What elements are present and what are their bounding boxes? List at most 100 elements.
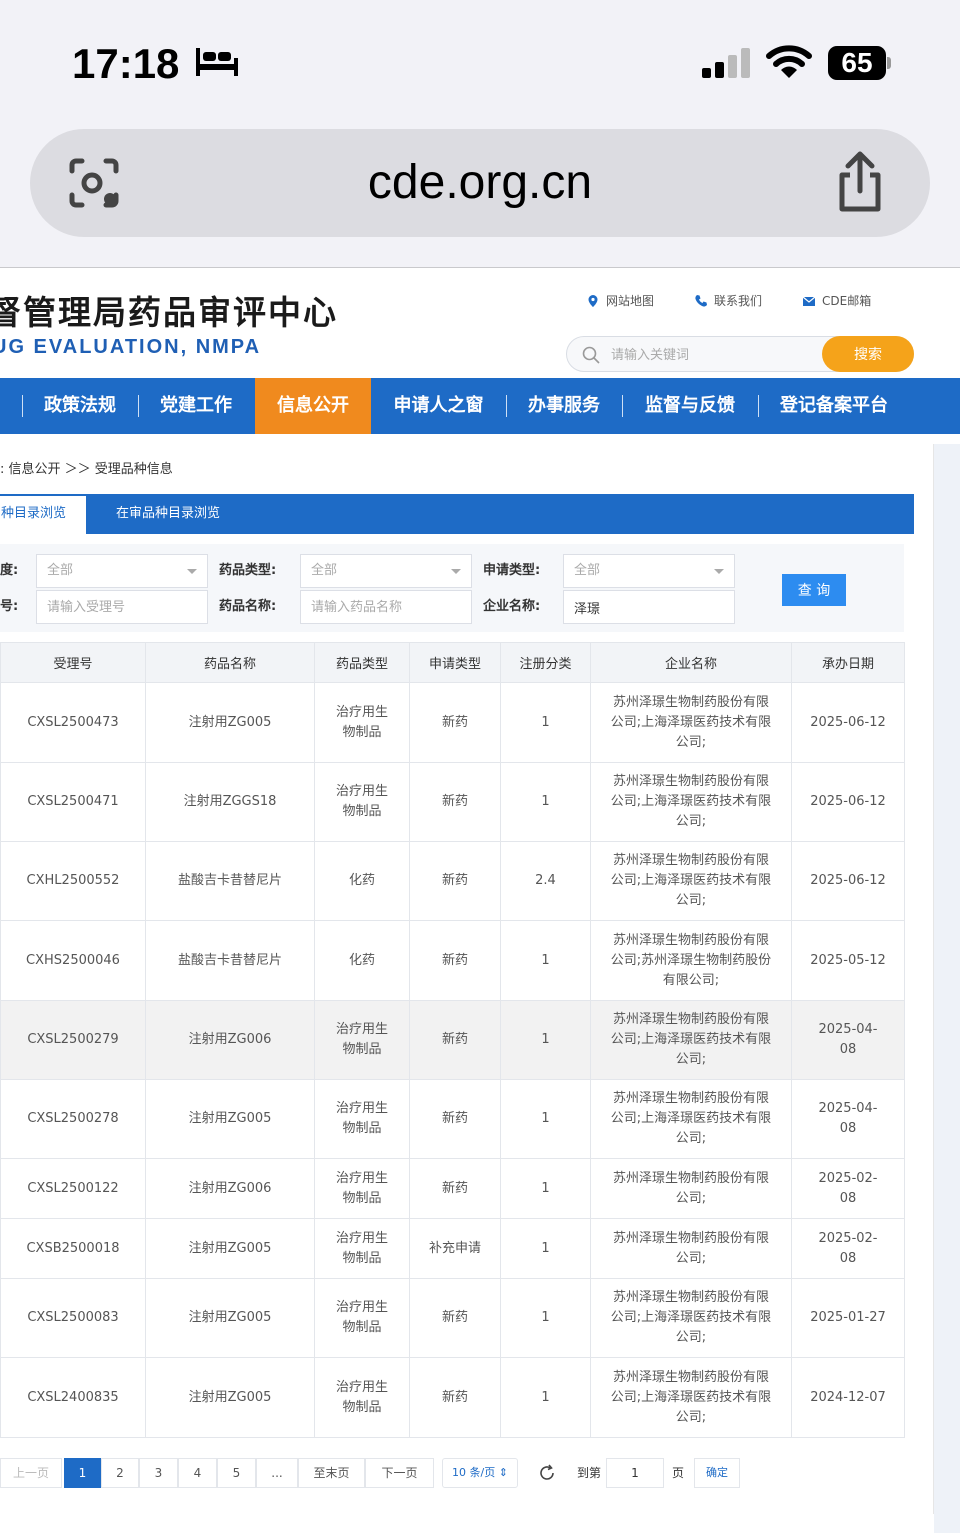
chevron-down-icon xyxy=(451,569,461,574)
cell-drug-type: 治疗用生物制品 xyxy=(314,1079,410,1159)
sitemap-link[interactable]: 网站地图 xyxy=(586,292,654,309)
table-row[interactable]: CXSL2500279 注射用ZG006 治疗用生物制品 新药 1 苏州泽璟生物制药股份有… xyxy=(0,1000,905,1080)
url-text[interactable]: cde.org.cn xyxy=(30,155,930,210)
sitemap-label: 网站地图 xyxy=(606,294,655,308)
nav-policy[interactable]: 政策法规 xyxy=(22,378,138,434)
apply-type-select-value: 全部 xyxy=(574,563,601,578)
search-input[interactable] xyxy=(611,343,821,367)
tab-under-review[interactable]: 在审品种目录浏览 xyxy=(116,494,220,534)
refresh-icon[interactable] xyxy=(538,1464,556,1482)
query-button[interactable]: 查 询 xyxy=(782,574,846,606)
cell-drug-type: 治疗用生物制品 xyxy=(314,1000,410,1080)
filter-label-drug-name: 药品名称: xyxy=(219,599,277,614)
phone-icon xyxy=(695,294,708,307)
cell-reg-class: 1 xyxy=(500,1278,591,1358)
filter-label-accept-no: 号: xyxy=(0,599,19,614)
battery-indicator: 65 xyxy=(828,46,891,80)
cell-accept-no[interactable]: CXSL2400835 xyxy=(0,1357,146,1438)
nav-supervision[interactable]: 监督与反馈 xyxy=(622,378,758,434)
col-drug-name[interactable]: 药品名称 xyxy=(145,642,315,683)
page-ellipsis: ... xyxy=(256,1458,298,1488)
drug-type-select-value: 全部 xyxy=(311,563,338,578)
cell-date: 2025-02-08 xyxy=(791,1158,905,1219)
cell-reg-class: 1 xyxy=(500,1079,591,1159)
breadcrumb: : 信息公开 ＞＞ 受理品种信息 xyxy=(0,462,173,477)
last-page-button[interactable]: 至末页 xyxy=(298,1458,365,1488)
page-1-button[interactable]: 1 xyxy=(64,1458,101,1488)
site-subtitle: UG EVALUATION, NMPA xyxy=(0,336,262,358)
tab-catalog[interactable]: 种目录浏览 xyxy=(0,494,86,534)
search-button[interactable]: 搜索 xyxy=(822,336,914,372)
cell-accept-no[interactable]: CXSL2500473 xyxy=(0,682,146,763)
table-row[interactable]: CXSB2500018 注射用ZG005 治疗用生物制品 补充申请 1 苏州泽璟生物制药股… xyxy=(0,1218,905,1279)
per-page-select[interactable]: 10 条/页 ⇕ xyxy=(442,1458,518,1488)
confirm-goto-button[interactable]: 确定 xyxy=(694,1458,740,1488)
per-page-value: 10 条/页 xyxy=(452,1466,496,1479)
col-accept-no[interactable]: 受理号 xyxy=(0,642,146,683)
table-row[interactable]: CXSL2500083 注射用ZG005 治疗用生物制品 新药 1 苏州泽璟生物制药股份有… xyxy=(0,1278,905,1358)
battery-level: 65 xyxy=(828,46,886,80)
table-row[interactable]: CXSL2500471 注射用ZGGS18 治疗用生物制品 新药 1 苏州泽璟生物制药股份… xyxy=(0,762,905,842)
cell-accept-no[interactable]: CXHS2500046 xyxy=(0,920,146,1001)
accept-no-input[interactable] xyxy=(36,590,208,624)
cell-accept-no[interactable]: CXSL2500083 xyxy=(0,1278,146,1358)
cell-apply-type: 新药 xyxy=(409,920,501,1001)
cell-drug-name: 注射用ZG005 xyxy=(145,1357,315,1438)
cell-date: 2025-06-12 xyxy=(791,762,905,842)
address-bar[interactable]: cde.org.cn xyxy=(30,129,930,237)
apply-type-select[interactable]: 全部 xyxy=(563,554,735,588)
page-5-button[interactable]: 5 xyxy=(217,1458,256,1488)
site-title[interactable]: 督管理局药品审评中心 xyxy=(0,286,338,334)
drug-type-select[interactable]: 全部 xyxy=(300,554,472,588)
goto-page-input[interactable]: 1 xyxy=(606,1458,664,1488)
cell-company: 苏州泽璟生物制药股份有限公司;上海泽璟医药技术有限公司; xyxy=(590,1079,792,1159)
nav-info-public[interactable]: 信息公开 xyxy=(255,378,371,434)
cell-apply-type: 新药 xyxy=(409,1357,501,1438)
cell-apply-type: 新药 xyxy=(409,1000,501,1080)
search-icon xyxy=(582,346,600,364)
cell-reg-class: 1 xyxy=(500,1158,591,1219)
table-row[interactable]: CXSL2500278 注射用ZG005 治疗用生物制品 新药 1 苏州泽璟生物制药股份有… xyxy=(0,1079,905,1159)
cell-drug-type: 治疗用生物制品 xyxy=(314,762,410,842)
cell-accept-no[interactable]: CXHL2500552 xyxy=(0,841,146,921)
nav-applicant[interactable]: 申请人之窗 xyxy=(371,378,506,434)
contact-label: 联系我们 xyxy=(714,294,763,308)
cell-accept-no[interactable]: CXSB2500018 xyxy=(0,1218,146,1279)
results-table: 受理号 药品名称 药品类型 申请类型 注册分类 企业名称 承办日期 CXSL25… xyxy=(0,642,905,1438)
cell-accept-no[interactable]: CXSL2500471 xyxy=(0,762,146,842)
col-apply-type[interactable]: 申请类型 xyxy=(409,642,501,683)
table-row[interactable]: CXHL2500552 盐酸吉卡昔替尼片 化药 新药 2.4 苏州泽璟生物制药股份有限公司… xyxy=(0,841,905,921)
col-date[interactable]: 承办日期 xyxy=(791,642,905,683)
cell-accept-no[interactable]: CXSL2500279 xyxy=(0,1000,146,1080)
table-row[interactable]: CXSL2400835 注射用ZG005 治疗用生物制品 新药 1 苏州泽璟生物制药股份有… xyxy=(0,1357,905,1438)
col-reg-class[interactable]: 注册分类 xyxy=(500,642,591,683)
col-drug-type[interactable]: 药品类型 xyxy=(314,642,410,683)
page-4-button[interactable]: 4 xyxy=(178,1458,217,1488)
next-page-button[interactable]: 下一页 xyxy=(365,1458,434,1488)
nav-services[interactable]: 办事服务 xyxy=(506,378,622,434)
mailbox-link[interactable]: CDE邮箱 xyxy=(802,292,871,309)
page-3-button[interactable]: 3 xyxy=(139,1458,178,1488)
drug-name-input[interactable] xyxy=(300,590,472,624)
prev-page-button[interactable]: 上一页 xyxy=(0,1458,62,1488)
cell-accept-no[interactable]: CXSL2500278 xyxy=(0,1079,146,1159)
cell-company: 苏州泽璟生物制药股份有限公司;上海泽璟医药技术有限公司; xyxy=(590,1278,792,1358)
year-select[interactable]: 全部 xyxy=(36,554,208,588)
table-row[interactable]: CXSL2500122 注射用ZG006 治疗用生物制品 新药 1 苏州泽璟生物制药股份有… xyxy=(0,1158,905,1219)
table-row[interactable]: CXSL2500473 注射用ZG005 治疗用生物制品 新药 1 苏州泽璟生物制药股份有… xyxy=(0,682,905,763)
nav-party[interactable]: 党建工作 xyxy=(138,378,254,434)
page-background xyxy=(934,444,960,1533)
cell-company: 苏州泽璟生物制药股份有限公司;上海泽璟医药技术有限公司; xyxy=(590,682,792,763)
nav-registration[interactable]: 登记备案平台 xyxy=(758,378,910,434)
table-row[interactable]: CXHS2500046 盐酸吉卡昔替尼片 化药 新药 1 苏州泽璟生物制药股份有限公司;苏… xyxy=(0,920,905,1001)
cell-reg-class: 1 xyxy=(500,762,591,842)
share-icon[interactable] xyxy=(832,151,888,215)
col-company[interactable]: 企业名称 xyxy=(590,642,792,683)
filter-label-year: 度: xyxy=(0,563,19,578)
cell-apply-type: 新药 xyxy=(409,682,501,763)
company-input[interactable] xyxy=(563,590,735,624)
cell-reg-class: 1 xyxy=(500,1218,591,1279)
page-2-button[interactable]: 2 xyxy=(101,1458,139,1488)
cell-accept-no[interactable]: CXSL2500122 xyxy=(0,1158,146,1219)
contact-link[interactable]: 联系我们 xyxy=(694,292,762,309)
